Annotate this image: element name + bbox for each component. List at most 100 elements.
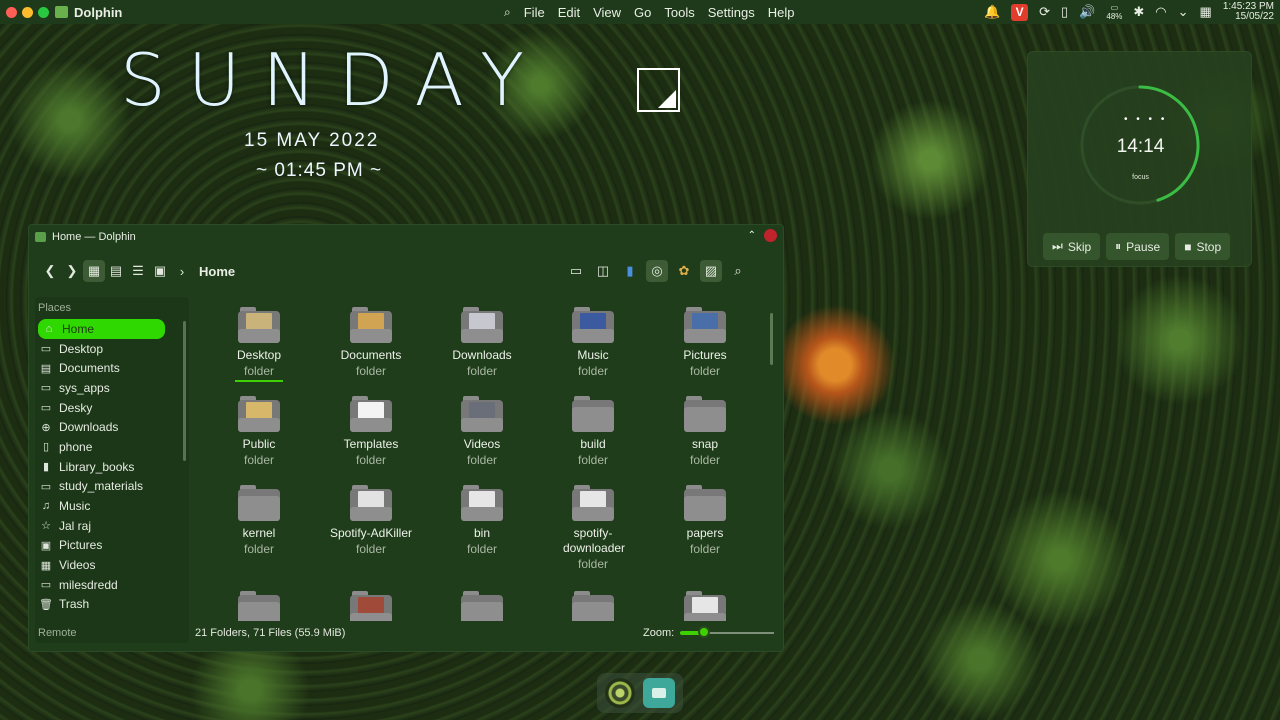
clipboard-icon[interactable]: ▯ bbox=[1061, 4, 1068, 20]
file-item[interactable]: Documents folder bbox=[319, 307, 423, 379]
desktop-widget-square-icon[interactable] bbox=[637, 68, 680, 112]
volume-icon[interactable]: 🔊 bbox=[1079, 4, 1095, 20]
details-view-button[interactable]: ☰ bbox=[127, 260, 149, 282]
places-sidebar: Places ⌂ Home ▭ Desktop ▤ Documents ▭ sys_apps ▭… bbox=[35, 297, 189, 643]
sidebar-item-trash[interactable]: 🗑 Trash bbox=[35, 595, 189, 615]
file-item[interactable] bbox=[430, 591, 534, 621]
chevron-down-icon[interactable]: ⌄ bbox=[1178, 4, 1189, 20]
palette-icon[interactable]: ✿ bbox=[673, 260, 695, 282]
preview-image-icon[interactable]: ▨ bbox=[700, 260, 722, 282]
zoom-control: Zoom: bbox=[643, 626, 775, 639]
folder-icon bbox=[572, 396, 614, 432]
forward-button[interactable]: ❯ bbox=[61, 260, 83, 282]
file-item[interactable] bbox=[319, 591, 423, 621]
file-item[interactable]: kernel folder bbox=[207, 485, 311, 557]
file-item[interactable]: Pictures folder bbox=[653, 307, 757, 379]
new-folder-icon[interactable]: ▭ bbox=[565, 260, 587, 282]
sidebar-item-phone[interactable]: ▯ phone bbox=[35, 437, 189, 457]
sidebar-item-documents[interactable]: ▤ Documents bbox=[35, 358, 189, 378]
sidebar-item-desktop[interactable]: ▭ Desktop bbox=[35, 339, 189, 359]
home-icon: ⌂ bbox=[45, 322, 53, 335]
file-item[interactable]: snap folder bbox=[653, 396, 757, 468]
battery-indicator[interactable]: ▭ 48% bbox=[1106, 3, 1122, 21]
file-item[interactable]: Spotify-AdKiller folder bbox=[319, 485, 423, 557]
file-item[interactable]: Videos folder bbox=[430, 396, 534, 468]
calendar-icon[interactable]: ▣ bbox=[149, 260, 171, 282]
vivaldi-icon[interactable]: V bbox=[1011, 3, 1029, 21]
compass-icon[interactable]: ◎ bbox=[646, 260, 668, 282]
sidebar-item-library-books[interactable]: ▮ Library_books bbox=[35, 457, 189, 477]
menu-view[interactable]: View bbox=[593, 5, 621, 20]
sidebar-item-label: Desky bbox=[59, 400, 93, 415]
pause-icon: ⏸ bbox=[1115, 239, 1122, 253]
skip-button[interactable]: ⏭ Skip bbox=[1043, 233, 1101, 260]
keep-above-icon[interactable]: ⌃ bbox=[748, 230, 756, 241]
pause-button[interactable]: ⏸ Pause bbox=[1106, 233, 1170, 260]
menu-file[interactable]: File bbox=[524, 5, 545, 20]
compact-view-button[interactable]: ▤ bbox=[105, 260, 127, 282]
sidebar-item-sys-apps[interactable]: ▭ sys_apps bbox=[35, 378, 189, 398]
file-name: bin bbox=[473, 526, 490, 540]
grid-scrollbar[interactable] bbox=[770, 313, 773, 365]
network-icon[interactable]: ▦ bbox=[1200, 4, 1212, 20]
file-item[interactable]: bin folder bbox=[430, 485, 534, 557]
menu-help[interactable]: Help bbox=[768, 5, 795, 20]
window-titlebar[interactable]: Home — Dolphin ⌃ bbox=[29, 225, 783, 249]
menu-go[interactable]: Go bbox=[634, 5, 651, 20]
sidebar-item-desky[interactable]: ▭ Desky bbox=[35, 398, 189, 418]
menu-edit[interactable]: Edit bbox=[558, 5, 580, 20]
search-icon[interactable]: ⌕ bbox=[504, 5, 511, 20]
bookmark-icon[interactable]: ▮ bbox=[619, 260, 641, 282]
icons-view-button[interactable]: ▦ bbox=[83, 260, 105, 282]
file-item[interactable]: papers folder bbox=[653, 485, 757, 557]
app-name[interactable]: Dolphin bbox=[74, 5, 122, 20]
sidebar-item-pictures[interactable]: ▣ Pictures bbox=[35, 536, 189, 556]
file-kind: folder bbox=[355, 542, 387, 556]
sidebar-item-home[interactable]: ⌂ Home bbox=[38, 319, 165, 339]
sidebar-item-study-materials[interactable]: ▭ study_materials bbox=[35, 477, 189, 497]
sidebar-scrollbar[interactable] bbox=[183, 321, 186, 461]
file-item[interactable] bbox=[653, 591, 757, 621]
dock-dolphin-icon[interactable] bbox=[643, 678, 675, 708]
file-item[interactable]: Music folder bbox=[541, 307, 645, 379]
zoom-slider-handle[interactable] bbox=[697, 626, 710, 638]
file-item[interactable]: Desktop folder bbox=[207, 307, 311, 382]
notification-icon[interactable]: 🔔 bbox=[984, 4, 1000, 20]
menu-tools[interactable]: Tools bbox=[664, 5, 694, 20]
videos-icon: ▦ bbox=[40, 559, 52, 572]
back-button[interactable]: ❮ bbox=[39, 260, 61, 282]
search-icon[interactable]: ⌕ bbox=[727, 260, 749, 282]
file-item[interactable]: Public folder bbox=[207, 396, 311, 468]
sidebar-item-downloads[interactable]: ⊕ Downloads bbox=[35, 417, 189, 437]
split-view-icon[interactable]: ◫ bbox=[592, 260, 614, 282]
folder-icon bbox=[350, 307, 392, 343]
stop-button[interactable]: ■ Stop bbox=[1175, 233, 1231, 260]
file-kind: folder bbox=[466, 453, 498, 467]
close-dot[interactable] bbox=[6, 6, 17, 18]
tray-clock[interactable]: 1:45:23 PM 15/05/22 bbox=[1223, 2, 1274, 22]
file-item[interactable]: Templates folder bbox=[319, 396, 423, 468]
file-item[interactable] bbox=[541, 591, 645, 621]
sidebar-item-videos[interactable]: ▦ Videos bbox=[35, 555, 189, 575]
sidebar-item-jal-raj[interactable]: ☆ Jal raj bbox=[35, 516, 189, 536]
bluetooth-icon[interactable]: ✱ bbox=[1133, 4, 1144, 20]
sync-icon[interactable]: ⟳ bbox=[1039, 4, 1050, 20]
file-item[interactable]: Downloads folder bbox=[430, 307, 534, 379]
menu-settings[interactable]: Settings bbox=[708, 5, 755, 20]
sidebar-item-label: Library_books bbox=[59, 459, 135, 474]
wifi-icon[interactable]: ◠ bbox=[1155, 4, 1166, 20]
sidebar-item-music[interactable]: ♫ Music bbox=[35, 496, 189, 516]
file-item[interactable] bbox=[207, 591, 311, 621]
sidebar-item-milesdredd[interactable]: ▭ milesdredd bbox=[35, 575, 189, 595]
file-item[interactable]: build folder bbox=[541, 396, 645, 468]
monitor-icon: ▭ bbox=[40, 402, 52, 415]
file-name: papers bbox=[686, 526, 724, 540]
breadcrumb[interactable]: Home bbox=[199, 264, 235, 279]
zoom-slider[interactable] bbox=[680, 626, 775, 638]
breadcrumb-chevron-icon[interactable]: › bbox=[171, 260, 193, 282]
dock-app-launcher-icon[interactable] bbox=[605, 678, 635, 708]
maximize-dot[interactable] bbox=[38, 6, 49, 18]
file-item[interactable]: spotify-downloader folder bbox=[541, 485, 645, 572]
window-close-button[interactable] bbox=[764, 229, 777, 242]
minimize-dot[interactable] bbox=[22, 6, 33, 18]
